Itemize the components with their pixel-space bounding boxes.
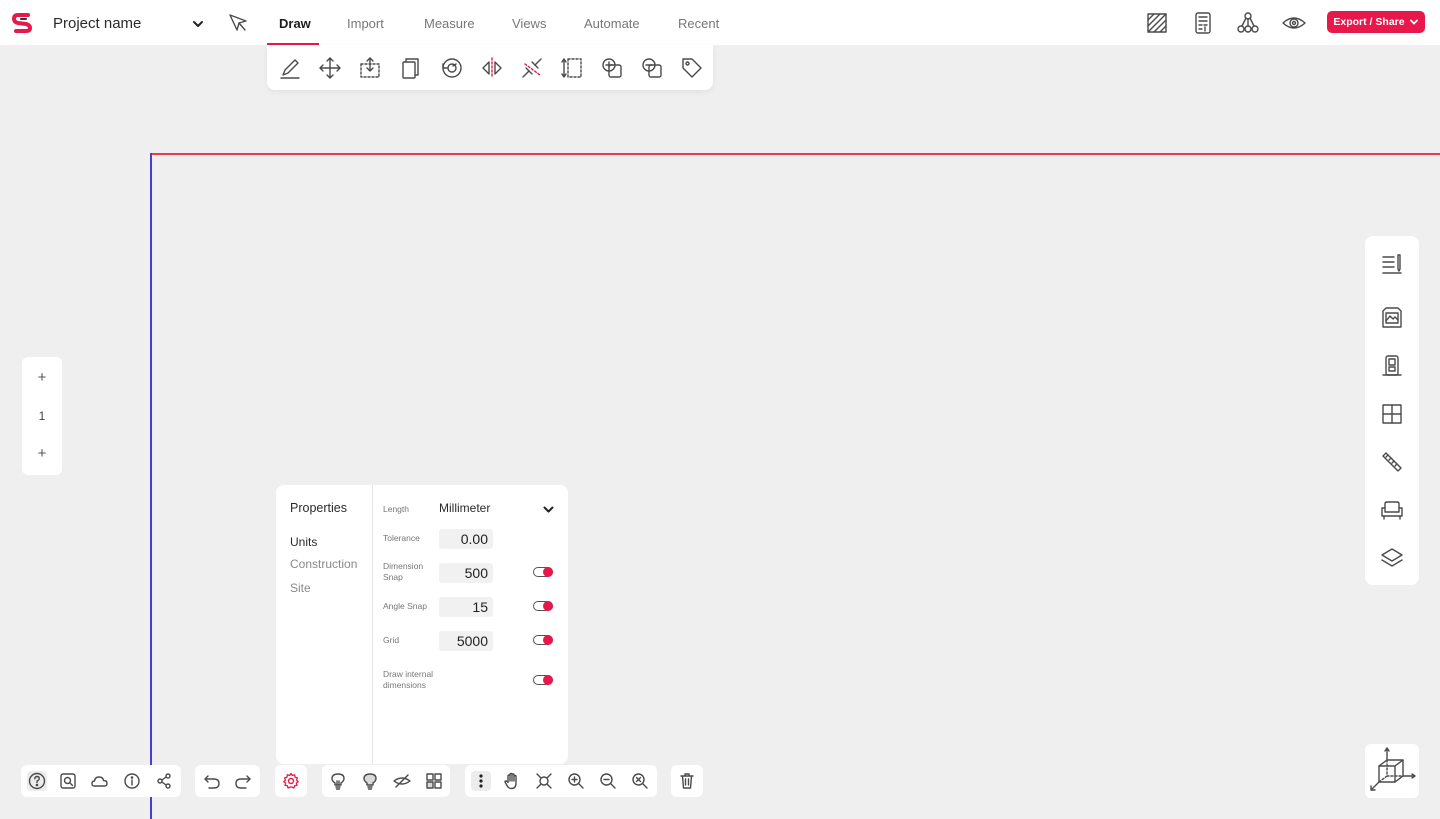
internal-dimensions-label: Draw internal dimensions [383, 669, 434, 690]
current-level[interactable]: 1 [22, 409, 62, 423]
tab-automate[interactable]: Automate [584, 16, 640, 31]
info-icon[interactable] [123, 772, 141, 790]
project-name[interactable]: Project name [53, 15, 141, 32]
picture-icon[interactable] [1380, 306, 1404, 330]
copy-icon[interactable] [398, 56, 422, 80]
chevron-down-icon[interactable] [542, 503, 555, 516]
add-level-above-button[interactable]: + [22, 369, 62, 386]
app-logo[interactable] [12, 12, 32, 34]
redo-icon[interactable] [234, 772, 252, 790]
history-group [195, 765, 260, 797]
settings-icon[interactable] [282, 772, 300, 790]
y-axis-line [150, 153, 152, 819]
delete-group [671, 765, 703, 797]
help-tools-group [21, 765, 181, 797]
zoom-out-icon[interactable] [599, 772, 617, 790]
toggle-knob [543, 600, 553, 611]
add-level-below-button[interactable]: + [22, 445, 62, 462]
angle-snap-label: Angle Snap [383, 601, 427, 611]
grid-input[interactable] [439, 631, 493, 651]
sofa-icon[interactable] [1380, 498, 1404, 522]
view-cube[interactable] [1365, 744, 1419, 798]
tab-measure[interactable]: Measure [424, 16, 475, 31]
toggle-knob [543, 674, 553, 685]
rotate-icon[interactable] [440, 56, 464, 80]
navigation-group [465, 765, 657, 797]
x-axis-line [151, 153, 1440, 155]
trash-icon[interactable] [678, 772, 696, 790]
visibility-group [322, 765, 450, 797]
tab-draw[interactable]: Draw [279, 16, 311, 31]
bulb-off-icon[interactable] [329, 772, 347, 790]
chevron-down-icon[interactable] [191, 17, 205, 31]
bulb-on-icon[interactable] [361, 772, 379, 790]
help-icon[interactable] [27, 771, 47, 791]
split-icon[interactable] [520, 56, 544, 80]
angle-snap-input[interactable] [439, 597, 493, 617]
length-label: Length [383, 504, 409, 514]
properties-nav-units[interactable]: Units [290, 535, 317, 549]
eye-icon[interactable] [1282, 11, 1306, 35]
properties-title: Properties [290, 501, 347, 515]
angle-snap-toggle[interactable] [533, 600, 553, 611]
dimension-snap-label: Dimension Snap [383, 561, 424, 582]
hide-icon[interactable] [393, 772, 411, 790]
level-panel: + 1 + [22, 357, 62, 475]
search-icon[interactable] [59, 772, 77, 790]
zoom-fit-icon[interactable] [535, 772, 553, 790]
cloud-icon[interactable] [91, 772, 109, 790]
grid-label: Grid [383, 635, 400, 645]
notes-icon[interactable] [1380, 252, 1404, 276]
properties-sidebar: Properties Units Construction Site [276, 485, 373, 764]
object-library-panel [1365, 236, 1419, 585]
layers-icon[interactable] [1380, 546, 1404, 570]
undo-icon[interactable] [203, 772, 221, 790]
move-selection-icon[interactable] [358, 56, 382, 80]
pencil-icon[interactable] [278, 56, 302, 80]
hand-icon[interactable] [503, 772, 521, 790]
properties-nav-site[interactable]: Site [290, 581, 311, 595]
add-shape-icon[interactable] [600, 56, 624, 80]
dimension-snap-input[interactable] [439, 563, 493, 583]
internal-dimensions-toggle[interactable] [533, 674, 553, 685]
dimension-snap-toggle[interactable] [533, 566, 553, 577]
window-icon[interactable] [1380, 402, 1404, 426]
zoom-reset-icon[interactable] [631, 772, 649, 790]
move-icon[interactable] [318, 56, 342, 80]
tab-recent[interactable]: Recent [678, 16, 719, 31]
toggle-knob [543, 634, 553, 645]
settings-group [275, 765, 307, 797]
3d-view-icon[interactable] [1365, 744, 1419, 798]
tolerance-input[interactable] [439, 529, 493, 549]
grid-toggle[interactable] [533, 634, 553, 645]
export-share-label: Export / Share [1333, 16, 1405, 28]
chevron-down-icon [1409, 19, 1418, 25]
tolerance-label: Tolerance [383, 533, 420, 543]
draw-toolbar [267, 45, 713, 90]
extend-icon[interactable] [560, 56, 584, 80]
hatch-icon[interactable] [1145, 11, 1169, 35]
share-icon[interactable] [155, 772, 173, 790]
door-icon[interactable] [1380, 354, 1404, 378]
toggle-knob [543, 566, 553, 577]
measuring-tape-icon[interactable] [1380, 450, 1404, 474]
component-icon[interactable] [425, 772, 443, 790]
export-share-button[interactable]: Export / Share [1327, 11, 1425, 33]
mirror-icon[interactable] [480, 56, 504, 80]
network-icon[interactable] [1236, 11, 1260, 35]
length-unit-select[interactable]: Millimeter [439, 501, 490, 515]
top-bar: Project name Draw Import Measure Views A… [0, 0, 1440, 45]
properties-panel: Properties Units Construction Site Lengt… [276, 485, 568, 764]
pointer-icon[interactable] [227, 12, 249, 34]
subtract-shape-icon[interactable] [640, 56, 664, 80]
calculator-icon[interactable] [1191, 11, 1215, 35]
properties-nav-construction[interactable]: Construction [290, 557, 357, 571]
tab-import[interactable]: Import [347, 16, 384, 31]
tag-icon[interactable] [680, 56, 704, 80]
more-icon[interactable] [471, 771, 491, 791]
zoom-in-icon[interactable] [567, 772, 585, 790]
tab-views[interactable]: Views [512, 16, 546, 31]
